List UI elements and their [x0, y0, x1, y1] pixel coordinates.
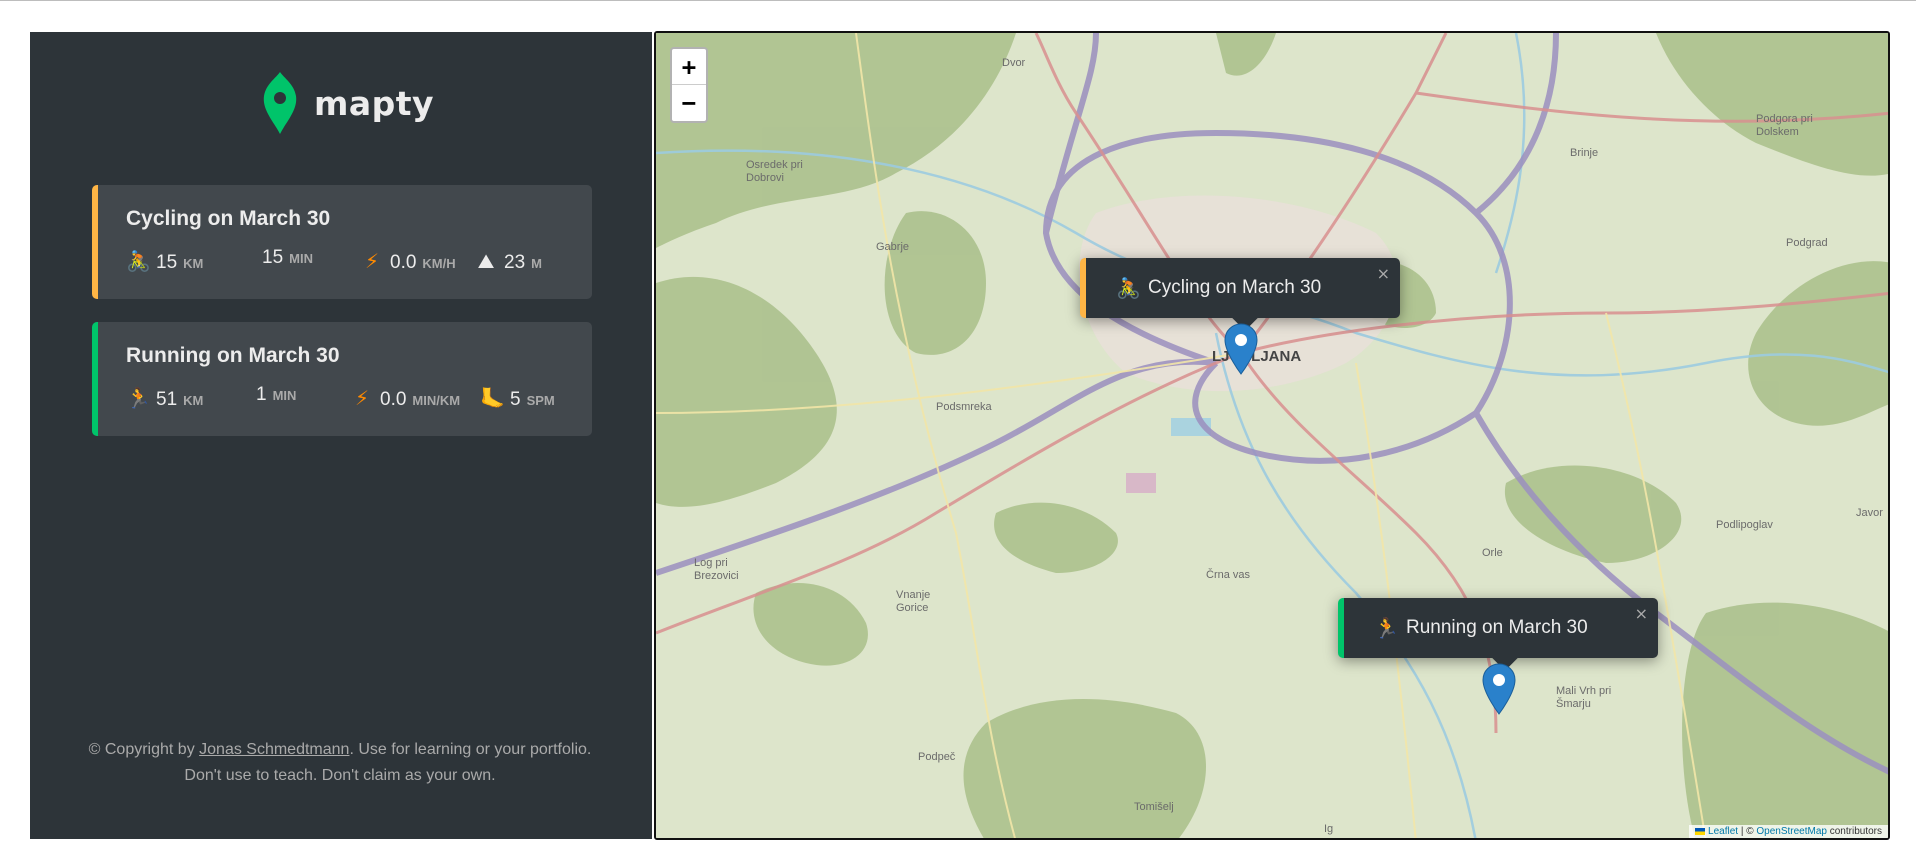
place-label: Gabrje — [876, 241, 910, 253]
workout-pace: ⚡ 0.0 min/km — [350, 386, 460, 411]
ukraine-flag-icon — [1695, 827, 1706, 835]
copyright-prefix: © Copyright by — [88, 741, 200, 758]
runner-icon: 🏃 — [126, 386, 151, 410]
place-label: Črna vas — [1206, 569, 1251, 581]
workout-distance: 🏃 51 km — [126, 386, 203, 411]
place-label: Osredek pri Dobrovi — [746, 159, 803, 184]
workout-title: Cycling on March 30 — [126, 207, 331, 230]
distance-value: 51 — [156, 389, 178, 410]
copyright-text: © Copyright by Jonas Schmedtmann. Use fo… — [80, 737, 600, 789]
lightning-icon: ⚡ — [364, 249, 380, 273]
zoom-in-button[interactable]: + — [672, 49, 706, 85]
workout-title: Running on March 30 — [126, 344, 340, 367]
workout-duration: 1 min — [226, 384, 296, 406]
map-tiles — [656, 33, 1888, 838]
close-icon[interactable]: × — [1635, 604, 1648, 623]
place-label: Vnanje Gorice — [896, 589, 931, 614]
bicycle-icon: 🚴 — [1116, 276, 1141, 300]
duration-unit: min — [289, 251, 313, 266]
place-label: Podsmreka — [936, 401, 992, 413]
place-label: Ig — [1324, 823, 1334, 835]
place-label: Podgrad — [1786, 237, 1828, 249]
popup-text: Running on March 30 — [1406, 617, 1588, 638]
workout-cadence: 🦶 5 spm — [480, 386, 555, 411]
distance-unit: km — [183, 393, 204, 408]
foot-icon: 🦶 — [480, 386, 505, 410]
zoom-control: + − — [670, 47, 708, 123]
app-name: mapty — [314, 83, 435, 123]
pace-value: 0.0 — [380, 389, 407, 410]
workout-card-cycling[interactable]: Cycling on March 30 🚴 15 km 15 min ⚡ 0.0… — [92, 185, 592, 299]
workout-speed: ⚡ 0.0 km/h — [360, 249, 456, 274]
place-label: Podgora pri Dolskem — [1756, 113, 1813, 138]
place-label: Javor — [1856, 507, 1883, 519]
cadence-value: 5 — [510, 389, 521, 410]
map-marker-icon[interactable] — [1224, 323, 1258, 375]
distance-value: 15 — [156, 252, 178, 273]
popup-running[interactable]: 🏃 Running on March 30 × — [1338, 598, 1658, 671]
workout-duration: 15 min — [232, 247, 313, 269]
map[interactable]: Dvor Osredek pri Dobrovi Gabrje Podsmrek… — [654, 31, 1890, 840]
elevation-value: 23 — [504, 252, 526, 273]
cadence-unit: spm — [526, 393, 555, 408]
zoom-out-button[interactable]: − — [672, 85, 706, 121]
attribution-suffix: contributors — [1826, 826, 1882, 837]
speed-unit: km/h — [422, 256, 456, 271]
sidebar: mapty Cycling on March 30 🚴 15 km 15 min… — [30, 32, 652, 839]
osm-link[interactable]: OpenStreetMap — [1756, 826, 1827, 837]
place-label: Podlipoglav — [1716, 519, 1773, 531]
popup-cycling[interactable]: 🚴 Cycling on March 30 × — [1080, 258, 1400, 331]
bicycle-icon: 🚴 — [126, 249, 151, 273]
place-label: Brinje — [1570, 147, 1599, 159]
place-label: Dvor — [1002, 57, 1026, 69]
close-icon[interactable]: × — [1377, 264, 1390, 283]
workout-card-running[interactable]: Running on March 30 🏃 51 km 1 min ⚡ 0.0 … — [92, 322, 592, 436]
elevation-unit: m — [531, 256, 542, 271]
place-label: Podpeč — [918, 751, 956, 763]
popup-text: Cycling on March 30 — [1148, 277, 1322, 298]
map-pin-logo-icon — [263, 72, 297, 134]
mountain-icon: ⛰ — [477, 249, 495, 273]
leaflet-link[interactable]: Leaflet — [1708, 826, 1738, 837]
map-attribution: Leaflet | © OpenStreetMap contributors — [1689, 825, 1888, 838]
duration-unit: min — [272, 388, 297, 403]
place-label: Log pri Brezovici — [694, 557, 739, 582]
lightning-icon: ⚡ — [354, 386, 370, 410]
author-link[interactable]: Jonas Schmedtmann — [199, 741, 349, 758]
duration-value: 15 — [262, 247, 284, 268]
runner-icon: 🏃 — [1374, 616, 1399, 640]
workout-distance: 🚴 15 km — [126, 249, 203, 274]
speed-value: 0.0 — [390, 252, 417, 273]
place-label: Tomišelj — [1134, 801, 1174, 813]
attribution-sep: | © — [1738, 826, 1757, 837]
top-border — [0, 0, 1916, 1]
place-label: Orle — [1482, 547, 1503, 559]
app-logo: mapty — [260, 70, 434, 136]
map-marker-icon[interactable] — [1482, 663, 1516, 715]
workout-elevation: ⛰ 23 m — [474, 249, 542, 274]
pace-unit: min/km — [412, 393, 461, 408]
place-label: Mali Vrh pri Šmarju — [1556, 685, 1612, 710]
duration-value: 1 — [256, 384, 267, 405]
distance-unit: km — [183, 256, 204, 271]
